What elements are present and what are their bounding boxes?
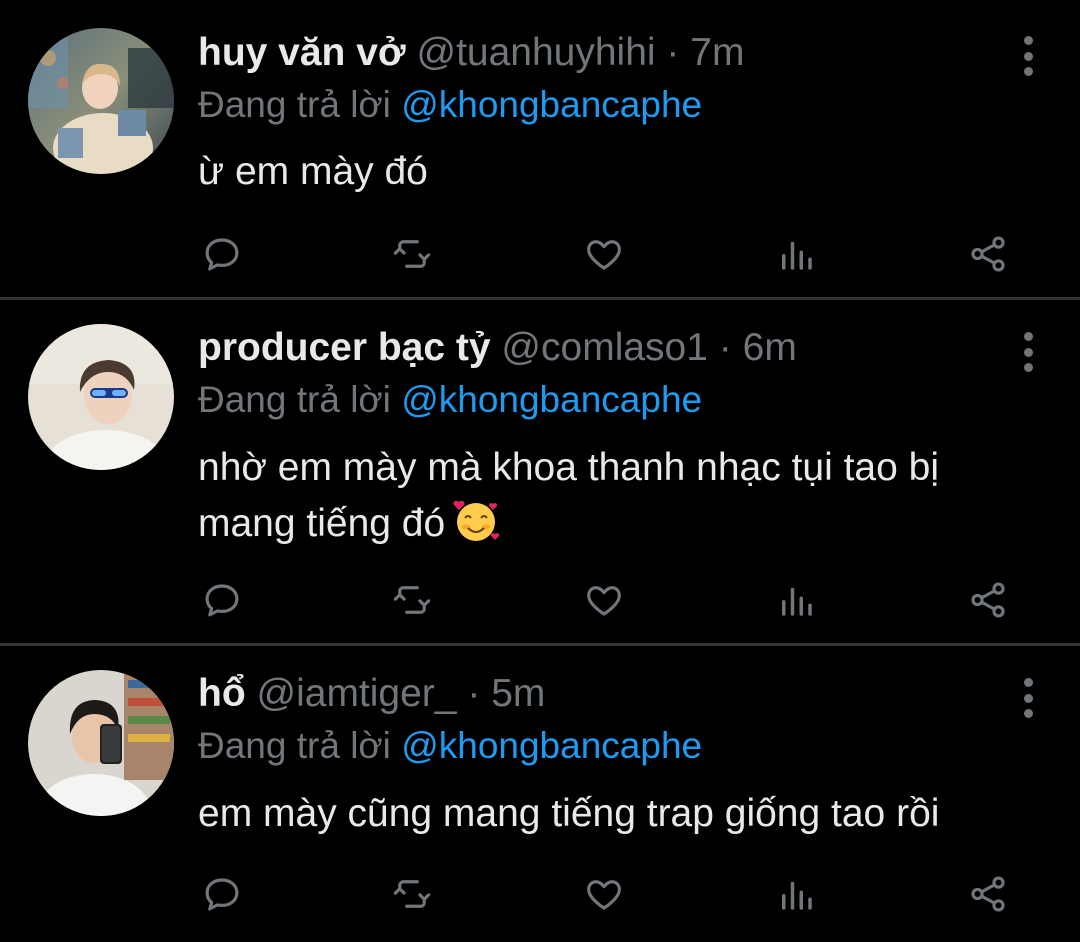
retweet-icon[interactable] bbox=[388, 232, 436, 276]
reply-icon[interactable] bbox=[198, 872, 246, 916]
tweet-text: nhờ em mày mà khoa thanh nhạc tụi tao bị… bbox=[198, 440, 1040, 552]
smiling-face-with-hearts-icon bbox=[453, 500, 500, 541]
user-handle[interactable]: @tuanhuyhihi bbox=[416, 31, 655, 74]
more-options-icon[interactable] bbox=[1022, 678, 1034, 718]
action-bar bbox=[0, 232, 1080, 276]
reply-prefix: Đang trả lời bbox=[198, 379, 391, 420]
timestamp[interactable]: 6m bbox=[743, 326, 797, 369]
avatar-photo-icon bbox=[28, 324, 174, 470]
display-name[interactable]: huy văn vở bbox=[198, 31, 406, 74]
views-icon[interactable] bbox=[772, 232, 820, 276]
display-name[interactable]: producer bạc tỷ bbox=[198, 326, 491, 369]
avatar[interactable] bbox=[28, 28, 174, 174]
action-bar bbox=[0, 872, 1080, 916]
reply-prefix: Đang trả lời bbox=[198, 725, 391, 766]
tweet-text-body: nhờ em mày mà khoa thanh nhạc tụi tao bị… bbox=[198, 446, 939, 545]
retweet-icon[interactable] bbox=[388, 872, 436, 916]
views-icon[interactable] bbox=[772, 872, 820, 916]
action-bar bbox=[0, 578, 1080, 622]
like-icon[interactable] bbox=[580, 578, 628, 622]
tweet-text: ừ em mày đó bbox=[198, 150, 428, 193]
share-icon[interactable] bbox=[964, 578, 1012, 622]
tweet[interactable]: huy văn vở @tuanhuyhihi · 7m Đang trả lờ… bbox=[0, 0, 1080, 298]
reply-to-link[interactable]: @khongbancaphe bbox=[401, 725, 702, 766]
avatar[interactable] bbox=[28, 324, 174, 470]
user-handle[interactable]: @iamtiger_ bbox=[257, 672, 457, 715]
share-icon[interactable] bbox=[964, 872, 1012, 916]
share-icon[interactable] bbox=[964, 232, 1012, 276]
reply-icon[interactable] bbox=[198, 578, 246, 622]
reply-context: Đang trả lời @khongbancaphe bbox=[198, 80, 702, 130]
avatar-photo-icon bbox=[28, 670, 174, 816]
avatar[interactable] bbox=[28, 670, 174, 816]
views-icon[interactable] bbox=[772, 578, 820, 622]
reply-context: Đang trả lời @khongbancaphe bbox=[198, 721, 702, 771]
more-options-icon[interactable] bbox=[1022, 36, 1034, 76]
separator-dot: · bbox=[467, 672, 481, 715]
reply-icon[interactable] bbox=[198, 232, 246, 276]
reply-prefix: Đang trả lời bbox=[198, 84, 391, 125]
retweet-icon[interactable] bbox=[388, 578, 436, 622]
avatar-photo-icon bbox=[28, 28, 174, 174]
display-name[interactable]: hổ bbox=[198, 672, 246, 715]
reply-context: Đang trả lời @khongbancaphe bbox=[198, 375, 702, 425]
reply-to-link[interactable]: @khongbancaphe bbox=[401, 84, 702, 125]
like-icon[interactable] bbox=[580, 232, 628, 276]
user-handle[interactable]: @comlaso1 bbox=[501, 326, 708, 369]
more-options-icon[interactable] bbox=[1022, 332, 1034, 372]
tweet[interactable]: producer bạc tỷ @comlaso1 · 6m Đang trả … bbox=[0, 300, 1080, 644]
reply-to-link[interactable]: @khongbancaphe bbox=[401, 379, 702, 420]
timestamp[interactable]: 5m bbox=[491, 672, 545, 715]
tweet-text: em mày cũng mang tiếng trap giống tao rồ… bbox=[198, 792, 940, 835]
tweet[interactable]: hổ @iamtiger_ · 5m Đang trả lời @khongba… bbox=[0, 646, 1080, 942]
like-icon[interactable] bbox=[580, 872, 628, 916]
separator-dot: · bbox=[666, 31, 680, 74]
separator-dot: · bbox=[718, 326, 732, 369]
timestamp[interactable]: 7m bbox=[690, 31, 744, 74]
